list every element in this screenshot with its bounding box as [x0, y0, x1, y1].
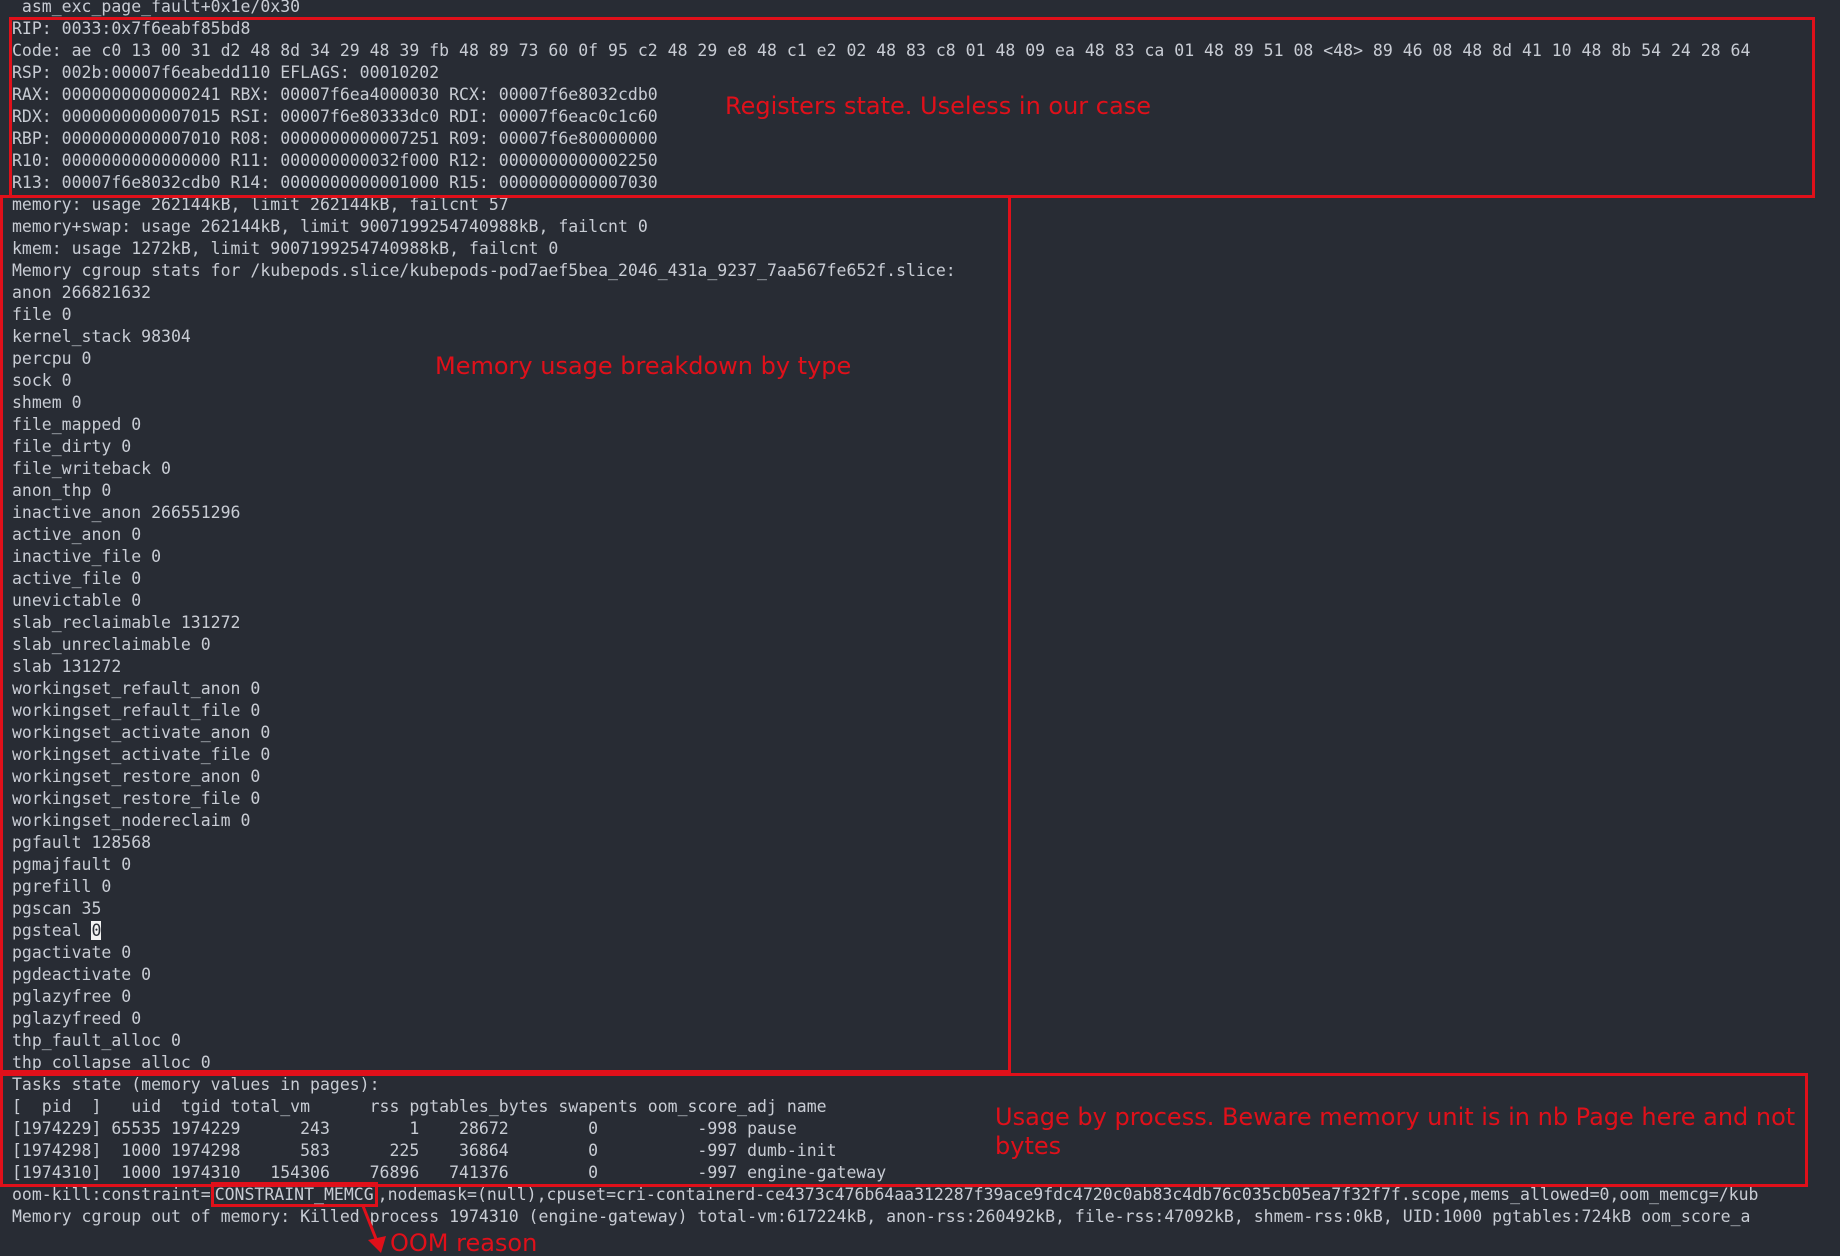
oom-reason-arrow	[361, 1205, 386, 1253]
terminal-window: asm_exc_page_fault+0x1e/0x30 RIP: 0033:0x…	[0, 0, 1840, 1256]
